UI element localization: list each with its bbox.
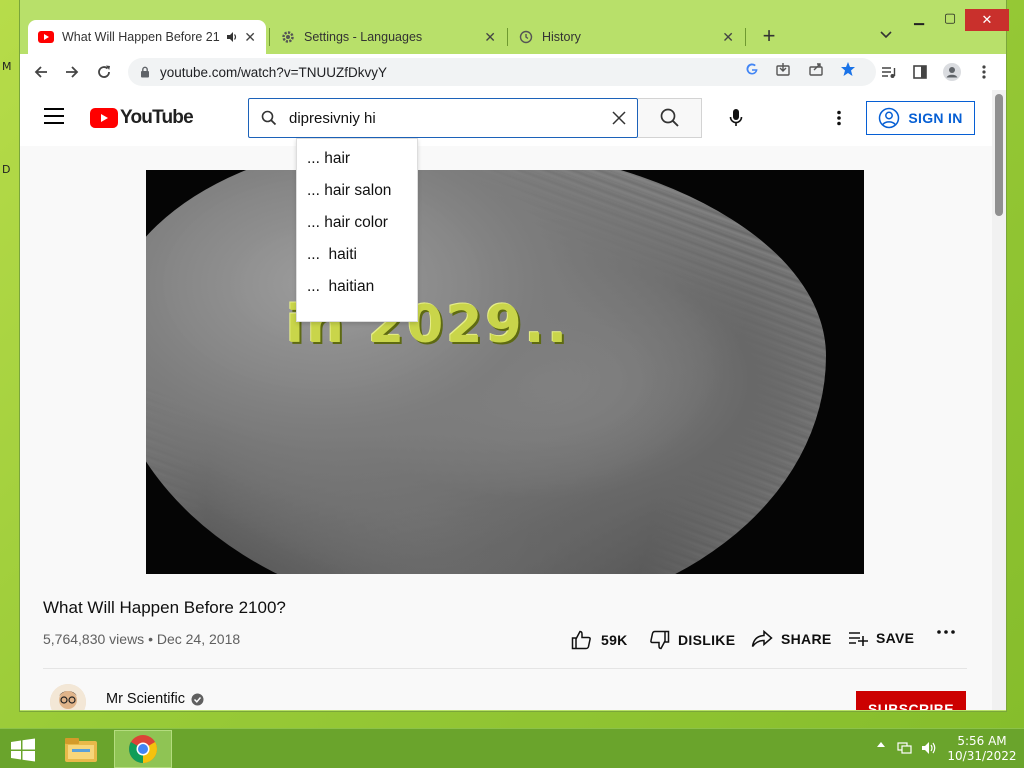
account-circle-icon [878,107,900,129]
search-box [248,98,638,138]
channel-name-text: Mr Scientific [106,691,185,707]
file-explorer-icon[interactable] [52,730,110,768]
install-icon[interactable] [774,60,792,78]
back-icon[interactable] [30,61,52,83]
history-icon [518,29,534,45]
forward-icon[interactable] [61,61,83,83]
close-window-icon[interactable]: ✕ [965,9,1009,31]
browser-toolbar: youtube.com/watch?v=TNUUZfDkvyY [20,54,1006,90]
share-page-icon[interactable] [807,60,825,78]
system-clock[interactable]: 5:56 AM 10/31/2022 [944,734,1020,764]
suggestion-item[interactable]: ... hair color [297,207,417,239]
more-actions-button[interactable] [937,630,955,634]
tab-history[interactable]: History ✕ [508,20,744,54]
minimize-icon[interactable]: ▁ [904,10,934,26]
playlist-add-icon [848,630,868,646]
tab-title: What Will Happen Before 21 [62,30,220,44]
youtube-icon [38,29,54,45]
show-hidden-icons[interactable] [876,741,886,747]
share-button[interactable]: SHARE [751,630,832,648]
address-bar[interactable]: youtube.com/watch?v=TNUUZfDkvyY [128,58,876,86]
search-suggestions: ... hair ... hair salon ... hair color .… [296,138,418,322]
youtube-play-icon [90,108,118,128]
taskbar: 5:56 AM 10/31/2022 [0,728,1024,768]
desktop-edge-label: D [2,163,11,176]
media-control-icon[interactable] [877,61,899,83]
tab-title: History [542,30,581,44]
like-button[interactable]: 59K [571,630,628,650]
channel-name[interactable]: Mr Scientific [106,691,204,707]
search-icon [249,110,289,126]
browser-window: What Will Happen Before 21 ✕ Settings - … [19,0,1009,712]
search-icon [660,108,679,127]
browser-menu-icon[interactable] [973,61,995,83]
divider [43,668,967,669]
channel-avatar[interactable] [50,684,86,710]
search-button[interactable] [638,98,702,138]
subscribe-button[interactable]: SUBSCRIBE [856,691,966,710]
thumbs-up-icon [571,630,593,650]
clock-date: 10/31/2022 [947,749,1017,763]
volume-icon[interactable] [921,741,937,755]
video-title: What Will Happen Before 2100? [43,598,286,617]
clock-time: 5:56 AM [957,734,1007,748]
chevron-down-icon[interactable] [875,24,897,46]
more-horizontal-icon [937,630,955,634]
new-tab-icon[interactable]: + [755,22,783,50]
menu-icon[interactable] [44,108,64,128]
google-icon[interactable] [743,60,761,78]
side-panel-icon[interactable] [909,61,931,83]
microphone-icon [729,109,743,126]
voice-search-button[interactable] [716,98,756,138]
page-scrollbar[interactable] [992,90,1006,710]
reload-icon[interactable] [93,61,115,83]
save-button[interactable]: SAVE [848,630,914,646]
subscribe-label: SUBSCRIBE [867,701,955,710]
settings-menu-icon[interactable] [828,106,850,130]
network-icon[interactable] [897,741,913,755]
tab-separator [745,28,746,46]
close-tab-icon[interactable]: ✕ [244,29,256,46]
tab-youtube-video[interactable]: What Will Happen Before 21 ✕ [28,20,266,54]
tab-title: Settings - Languages [304,30,423,44]
youtube-logo[interactable]: YouTube [90,107,194,129]
verified-check-icon [191,693,204,706]
chrome-taskbar-icon[interactable] [114,730,172,768]
desktop-edge-label: M [2,60,12,73]
suggestion-item[interactable]: ... haitian [297,271,417,303]
share-label: SHARE [781,631,832,647]
clear-search-icon[interactable] [609,108,629,128]
share-arrow-icon [751,630,773,648]
suggestion-item[interactable]: ... hair salon [297,175,417,207]
search-input[interactable] [289,109,589,127]
suggestion-item[interactable]: ... haiti [297,239,417,271]
url-text: youtube.com/watch?v=TNUUZfDkvyY [160,64,387,80]
asteroid-image [146,170,826,574]
scrollbar-thumb[interactable] [995,94,1003,216]
sign-in-label: SIGN IN [908,110,963,126]
dislike-button[interactable]: DISLIKE [648,630,735,650]
gear-icon [280,29,296,45]
suggestion-item[interactable]: ... hair [297,143,417,175]
sign-in-button[interactable]: SIGN IN [866,101,975,135]
tab-strip: What Will Happen Before 21 ✕ Settings - … [20,0,1009,54]
video-meta: 5,764,830 views • Dec 24, 2018 [43,631,241,647]
youtube-header: YouTube dipresivniy hi SIGN IN [20,90,992,146]
bookmark-star-icon[interactable] [839,60,857,78]
logo-text: YouTube [120,107,194,128]
like-count: 59K [601,632,628,648]
tab-settings-languages[interactable]: Settings - Languages ✕ [270,20,506,54]
video-player[interactable]: in 2029.. [146,170,864,574]
lock-icon[interactable] [140,66,150,78]
dislike-label: DISLIKE [678,632,736,648]
speaker-icon[interactable] [226,31,238,43]
close-tab-icon[interactable]: ✕ [484,29,496,46]
maximize-icon[interactable]: ▢ [935,10,965,26]
windows-start-icon[interactable] [8,737,38,763]
save-label: SAVE [876,630,915,646]
profile-icon[interactable] [941,61,963,83]
page-viewport: YouTube dipresivniy hi SIGN IN ... hair … [20,90,1006,710]
thumbs-down-icon [648,630,670,650]
close-tab-icon[interactable]: ✕ [722,29,734,46]
